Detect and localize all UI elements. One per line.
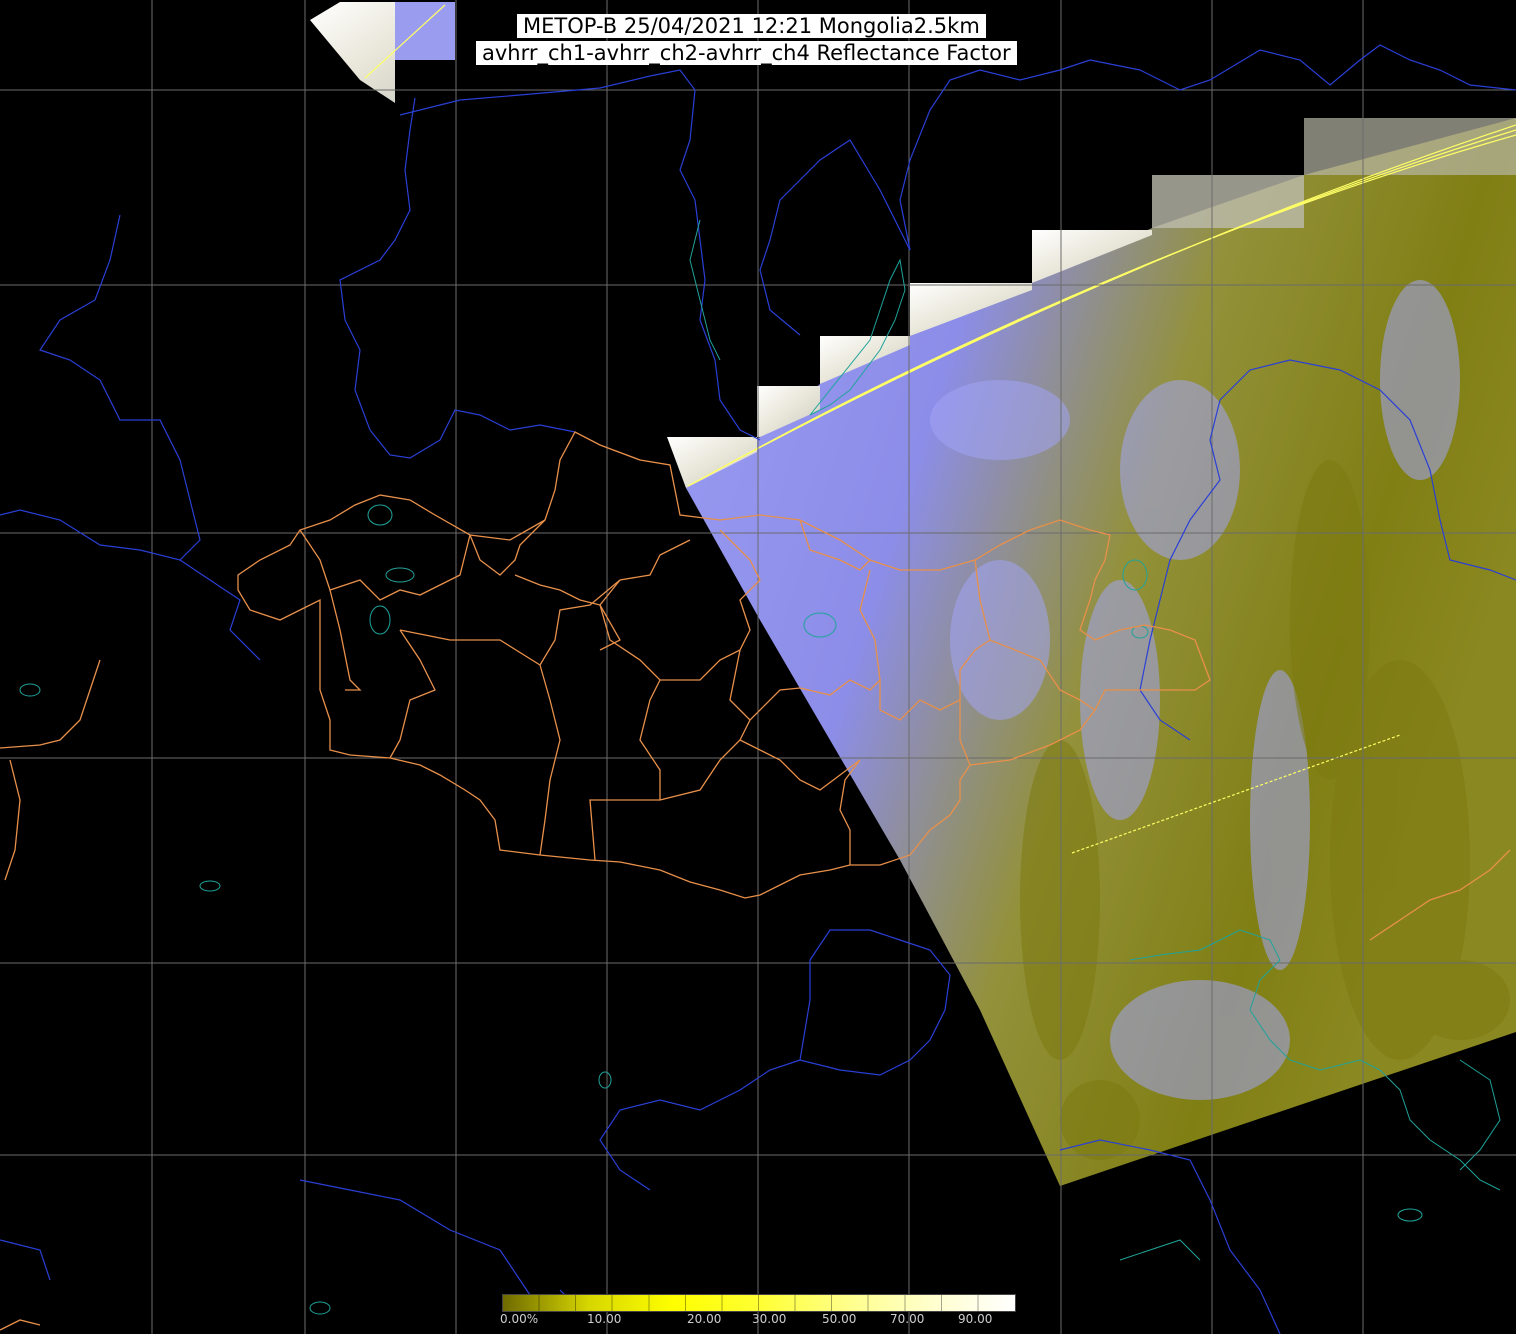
colorbar-label-20: 20.00	[687, 1312, 722, 1326]
satellite-swath	[310, 2, 1516, 1186]
colorbar-label-70: 70.00	[890, 1312, 925, 1326]
title-line-2: avhrr_ch1-avhrr_ch2-avhrr_ch4 Reflectanc…	[476, 41, 1017, 65]
colorbar-label-10: 10.00	[587, 1312, 622, 1326]
satellite-map	[0, 0, 1516, 1334]
colorbar-label-0: 0.00%	[500, 1312, 539, 1326]
colorbar	[502, 1294, 1016, 1312]
title-line-1: METOP-B 25/04/2021 12:21 Mongolia2.5km	[517, 14, 986, 38]
colorbar-label-90: 90.00	[958, 1312, 993, 1326]
colorbar-label-30: 30.00	[752, 1312, 787, 1326]
colorbar-label-50: 50.00	[822, 1312, 857, 1326]
